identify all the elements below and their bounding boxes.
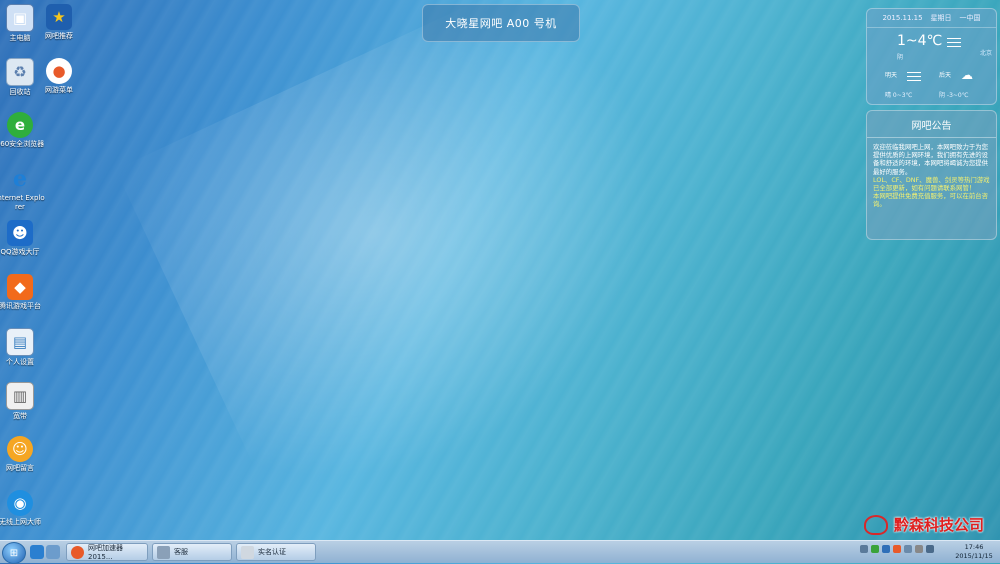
tray-monitor-icon[interactable] (915, 545, 923, 553)
haze-icon (907, 72, 921, 84)
forecast-tomorrow-temp: 晴 0~3℃ (885, 92, 913, 99)
browser-360-icon: e (7, 112, 33, 138)
id-card-icon (241, 545, 254, 559)
desktop-icon-360-browser[interactable]: e 360安全浏览器 (0, 112, 46, 149)
task-button-1[interactable]: 网吧加速器2015... (66, 543, 148, 561)
tray-security-icon[interactable] (871, 545, 879, 553)
windows-logo-icon: ⊞ (9, 547, 19, 559)
broadband-icon: ▥ (6, 382, 34, 410)
machine-banner-text: 大晓星网吧 A00 号机 (445, 17, 557, 30)
desktop-icon-ie[interactable]: e Internet Explorer (0, 166, 46, 212)
message-icon: ☺ (7, 436, 33, 462)
weather-header: 2015.11.15 星期日 一中国 (867, 9, 996, 28)
wifi-icon: ◉ (7, 490, 33, 516)
wallpaper-streaks (0, 0, 1000, 562)
desktop-icon-qq-game[interactable]: ☻ QQ游戏大厅 (0, 220, 46, 257)
task-label-2: 客服 (174, 548, 188, 556)
computer-icon: ▣ (6, 4, 34, 32)
system-tray (860, 545, 934, 553)
quicklaunch-desktop-icon[interactable] (46, 545, 60, 559)
tray-input-icon[interactable] (904, 545, 912, 553)
notice-title: 网吧公告 (867, 111, 996, 138)
game-menu-icon: ● (46, 58, 72, 84)
weather-condition: 阴 (897, 54, 904, 61)
task-label-3: 实名认证 (258, 548, 286, 556)
notice-line-1: 欢迎莅临我网吧上网，本网吧致力于为您提供优质的上网环境，我们拥有先进的设备和舒适… (873, 143, 989, 176)
brand-watermark: 黔森科技公司 (864, 514, 984, 535)
desktop-icon-game-menu[interactable]: ● 网游菜单 (33, 58, 85, 95)
ie-icon: e (13, 166, 27, 192)
personal-settings-icon: ▤ (6, 328, 34, 356)
machine-banner: 大晓星网吧 A00 号机 (422, 4, 580, 42)
desktop-icon-tencent-games[interactable]: ◆ 腾讯游戏平台 (0, 274, 46, 311)
notice-line-3: 本网吧提供免费充值服务，可以在前台咨询。 (873, 192, 989, 209)
weather-city: 北京 (979, 50, 992, 57)
user-icon (157, 545, 170, 559)
tray-app-icon[interactable] (893, 545, 901, 553)
taskbar: ⊞ 网吧加速器2015... 客服 实名认证 17:46 2015/11/15 (0, 540, 1000, 564)
task-button-2[interactable]: 客服 (152, 543, 232, 561)
cloud-icon: ☁ (961, 68, 973, 82)
notice-line-2: LOL、CF、DNF、魔兽、剑灵等热门游戏已全部更新，如有问题请联系网管！ (873, 175, 990, 193)
start-button[interactable]: ⊞ (2, 542, 26, 564)
task-button-3[interactable]: 实名认证 (236, 543, 316, 561)
quicklaunch-ie-icon[interactable] (30, 545, 44, 559)
forecast-after-temp: 阴 -3~0℃ (939, 92, 969, 99)
tray-network-icon[interactable] (882, 545, 890, 553)
weather-region: 一中国 (959, 14, 981, 22)
weather-temp: 1~4℃ (897, 33, 943, 49)
brand-name: 黔森科技公司 (894, 516, 985, 534)
desktop-icon-broadband[interactable]: ▥ 宽带 (0, 382, 46, 421)
task-label-1: 网吧加速器2015... (88, 544, 123, 561)
desktop-icon-wifi[interactable]: ◉ 无线上网大师 (0, 490, 46, 527)
notice-body: 欢迎莅临我网吧上网，本网吧致力于为您提供优质的上网环境，我们拥有先进的设备和舒适… (867, 138, 996, 214)
weather-widget[interactable]: 2015.11.15 星期日 一中国 1~4℃ 阴 北京 明天 晴 0~3℃ 后… (866, 8, 997, 105)
desktop-icon-recommend[interactable]: ★ 网吧推荐 (33, 4, 85, 41)
weather-date: 2015.11.15 (882, 14, 923, 22)
game-menu-icon (71, 545, 84, 559)
qq-icon: ☻ (7, 220, 33, 246)
weather-weekday: 星期日 (930, 14, 952, 22)
notice-board: 网吧公告 欢迎莅临我网吧上网，本网吧致力于为您提供优质的上网环境，我们拥有先进的… (866, 110, 997, 240)
weather-today: 1~4℃ 阴 北京 (867, 28, 996, 68)
tray-arrow-icon[interactable] (860, 545, 868, 553)
forecast-tomorrow-label: 明天 (885, 72, 898, 79)
recycle-bin-icon: ♻ (6, 58, 34, 86)
desktop-icon-personal-settings[interactable]: ▤ 个人设置 (0, 328, 46, 367)
tray-volume-icon[interactable] (926, 545, 934, 553)
wallpaper-glow (115, 0, 765, 551)
desktop-icon-message[interactable]: ☺ 网吧留言 (0, 436, 46, 473)
tencent-games-icon: ◆ (7, 274, 33, 300)
clock-date: 2015/11/15 (955, 552, 993, 560)
weather-forecast: 明天 晴 0~3℃ 后天 ☁ 阴 -3~0℃ (867, 68, 996, 104)
brand-logo-icon (864, 514, 888, 535)
taskbar-clock[interactable]: 17:46 2015/11/15 (952, 543, 996, 561)
star-icon: ★ (46, 4, 72, 30)
clock-time: 17:46 (964, 543, 984, 551)
haze-icon (947, 38, 961, 50)
forecast-after-label: 后天 (939, 72, 952, 79)
